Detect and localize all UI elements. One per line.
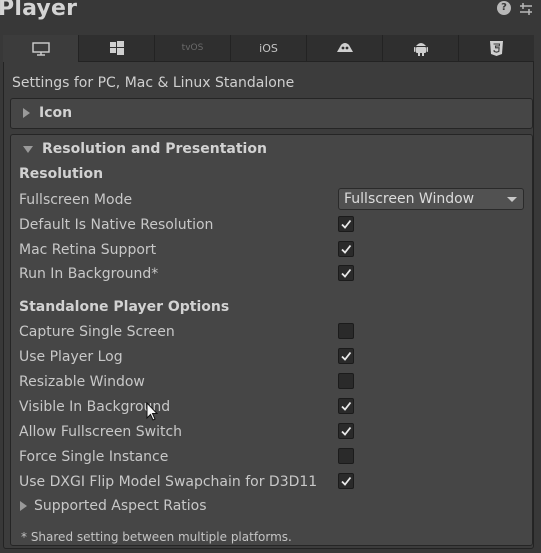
checkmark-icon bbox=[341, 268, 352, 278]
supported-aspect-ratios-label: Supported Aspect Ratios bbox=[34, 498, 207, 514]
setting-row: Run In Background* bbox=[19, 262, 531, 286]
checkmark-icon bbox=[341, 426, 352, 436]
checkmark-icon bbox=[341, 244, 352, 254]
fullscreen-mode-dropdown[interactable]: Fullscreen Window bbox=[338, 188, 524, 210]
setting-row: Visible In Background bbox=[19, 395, 531, 419]
tab-webgl[interactable] bbox=[459, 35, 534, 62]
android-icon bbox=[413, 43, 428, 56]
setting-row: Use Player Log bbox=[19, 345, 531, 369]
supported-aspect-ratios-foldout[interactable]: Supported Aspect Ratios bbox=[20, 498, 207, 514]
tab-tvos[interactable]: tvOS bbox=[155, 35, 231, 62]
tab-ios-label: iOS bbox=[259, 41, 278, 55]
icon-foldout[interactable]: Icon bbox=[10, 98, 533, 129]
resolution-foldout-header[interactable]: Resolution and Presentation bbox=[11, 135, 532, 163]
default-native-resolution-checkbox[interactable] bbox=[338, 216, 354, 232]
mac-retina-support-checkbox[interactable] bbox=[338, 241, 354, 257]
embedded-creature-icon bbox=[336, 43, 353, 52]
tab-android[interactable] bbox=[383, 35, 459, 62]
resolution-heading: Resolution bbox=[19, 166, 104, 182]
html5-icon bbox=[490, 40, 503, 56]
setting-row: Capture Single Screen bbox=[19, 320, 531, 344]
tab-ios[interactable]: iOS bbox=[231, 35, 307, 62]
expand-arrow-icon bbox=[20, 501, 27, 511]
shared-setting-footnote: * Shared setting between multiple platfo… bbox=[21, 530, 292, 544]
capture-single-screen-checkbox[interactable] bbox=[338, 323, 354, 339]
fullscreen-mode-value: Fullscreen Window bbox=[344, 191, 475, 207]
force-single-instance-checkbox[interactable] bbox=[338, 448, 354, 464]
setting-label: Mac Retina Support bbox=[19, 242, 157, 258]
visible-in-background-checkbox[interactable] bbox=[338, 398, 354, 414]
setting-label: Use DXGI Flip Model Swapchain for D3D11 bbox=[19, 474, 318, 490]
collapse-arrow-icon bbox=[23, 145, 33, 153]
setting-label: Force Single Instance bbox=[19, 449, 169, 465]
setting-label: Visible In Background bbox=[19, 399, 171, 415]
preset-sliders-icon[interactable] bbox=[519, 1, 533, 15]
desktop-monitor-icon bbox=[31, 41, 50, 56]
setting-label: Default Is Native Resolution bbox=[19, 217, 214, 233]
checkmark-icon bbox=[341, 476, 352, 486]
setting-row: Allow Fullscreen Switch bbox=[19, 420, 531, 444]
setting-row: Mac Retina Support bbox=[19, 238, 531, 262]
checkmark-icon bbox=[341, 351, 352, 361]
settings-for-label: Settings for PC, Mac & Linux Standalone bbox=[12, 75, 295, 91]
resizable-window-checkbox[interactable] bbox=[338, 373, 354, 389]
tab-tvos-label: tvOS bbox=[181, 43, 204, 53]
setting-row: Use DXGI Flip Model Swapchain for D3D11 bbox=[19, 470, 531, 494]
checkmark-icon bbox=[341, 219, 352, 229]
checkmark-icon bbox=[341, 401, 352, 411]
setting-row: Force Single Instance bbox=[19, 445, 531, 469]
header-icons: ? bbox=[497, 1, 533, 15]
use-player-log-checkbox[interactable] bbox=[338, 348, 354, 364]
fullscreen-mode-label: Fullscreen Mode bbox=[19, 192, 133, 208]
setting-label: Use Player Log bbox=[19, 349, 123, 365]
dxgi-flip-model-checkbox[interactable] bbox=[338, 473, 354, 489]
tab-standalone[interactable] bbox=[3, 35, 79, 62]
dropdown-arrow-icon bbox=[507, 197, 517, 202]
platform-tabs: tvOS iOS bbox=[3, 35, 534, 62]
setting-row: Default Is Native Resolution bbox=[19, 213, 531, 237]
standalone-options-heading: Standalone Player Options bbox=[19, 299, 230, 315]
setting-label: Resizable Window bbox=[19, 374, 145, 390]
tab-embedded[interactable] bbox=[307, 35, 383, 62]
setting-label: Run In Background* bbox=[19, 266, 159, 282]
help-icon[interactable]: ? bbox=[497, 1, 511, 15]
setting-label: Capture Single Screen bbox=[19, 324, 175, 340]
run-in-background-checkbox[interactable] bbox=[338, 265, 354, 281]
windows-store-icon bbox=[109, 41, 124, 55]
icon-section-title: Icon bbox=[39, 105, 73, 121]
setting-label: Allow Fullscreen Switch bbox=[19, 424, 183, 440]
window-title: Player bbox=[0, 0, 78, 21]
allow-fullscreen-switch-checkbox[interactable] bbox=[338, 423, 354, 439]
expand-arrow-icon bbox=[23, 108, 30, 118]
tab-windows-store[interactable] bbox=[79, 35, 155, 62]
mouse-cursor-icon bbox=[146, 402, 158, 421]
setting-row: Resizable Window bbox=[19, 370, 531, 394]
resolution-section-title: Resolution and Presentation bbox=[42, 141, 267, 157]
